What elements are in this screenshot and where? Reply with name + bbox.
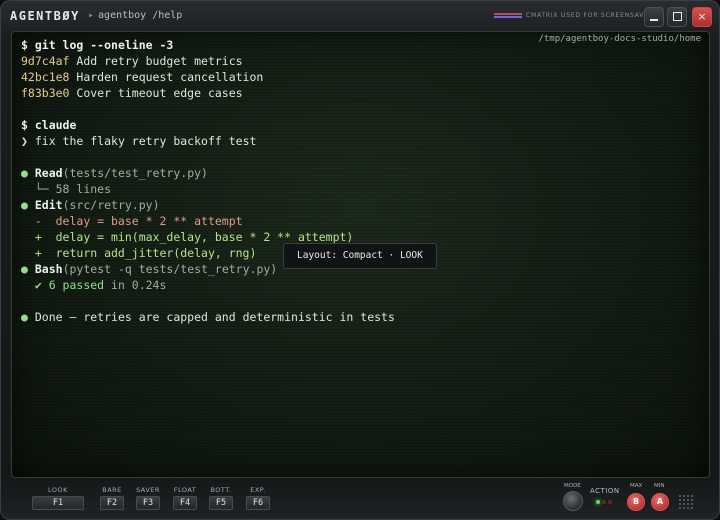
tool-name: Read [34,166,63,180]
maximize-button[interactable] [667,7,687,27]
expand-key[interactable]: EXP. F6 [246,486,270,510]
bottom-control-bar: LOOK F1 BARE F2 SAVER F3 FLOAT F4 BOTT. … [0,478,720,520]
diff-text: delay = min(max_delay, base * 2 ** attem… [55,230,354,244]
speaker-grille-icon [678,494,694,510]
bullet-icon: ● [21,198,28,212]
terminal-line: 42bc1e8 Harden request cancellation [21,69,263,85]
close-icon: × [697,10,707,23]
tree-branch-icon: └─ [21,182,56,196]
key-cap: F1 [32,496,84,510]
command-text: git log --oneline -3 [34,38,174,52]
minimize-button[interactable] [644,7,664,27]
tool-name: Bash [34,262,63,276]
commit-message: Add retry budget metrics [69,54,243,68]
maximize-icon [672,11,682,21]
tool-argument: (pytest -q tests/test_retry.py) [62,262,278,276]
close-button[interactable]: × [692,7,712,27]
diff-text: return add_jitter(delay, rng) [55,246,257,260]
mode-knob[interactable] [563,491,583,511]
action-led-icon [596,500,600,504]
bare-key[interactable]: BARE F2 [100,486,124,510]
terminal-line: ● Done — retries are capped and determin… [21,309,395,325]
terminal-line: └─ 58 lines [21,181,111,197]
stripes-icon [494,13,522,19]
app-logo: AGENTBØY [10,9,80,23]
min-label: MIN [654,483,665,489]
key-cap: F3 [136,496,160,510]
diff-line-added: + return add_jitter(delay, rng) [21,245,257,261]
command-text: claude [34,118,77,132]
minimize-icon [650,19,658,21]
summary-text: Done — retries are capped and determinis… [27,310,395,324]
tool-result: 58 lines [55,182,112,196]
action-label: ACTION [590,487,620,495]
bullet-icon: ● [21,262,28,276]
commit-hash: f83b3e0 [21,86,70,100]
commit-message: Harden request cancellation [69,70,264,84]
prompt-symbol: $ [21,118,35,132]
tool-argument: (src/retry.py) [62,198,160,212]
bullet-icon: ● [21,166,28,180]
commit-hash: 42bc1e8 [21,70,70,84]
bottom-key[interactable]: BOTT. F5 [209,486,233,510]
terminal-line: 9d7c4af Add retry budget metrics [21,53,243,69]
breadcrumb-path: agentboy /help [98,10,183,21]
diff-text: delay = base * 2 ** attempt [55,214,243,228]
layout-tooltip: Layout: Compact · LOOK [283,243,437,269]
diff-plus-icon: + [21,246,56,260]
saver-key[interactable]: SAVER F3 [136,486,160,510]
current-directory: /tmp/agentboy-docs-studio/home [538,34,701,44]
check-icon: ✔ [21,278,49,292]
terminal-line: ❯ fix the flaky retry backoff test [21,133,256,149]
bullet-icon: ● [21,310,28,324]
terminal-screen[interactable]: /tmp/agentboy-docs-studio/home $ git log… [11,31,710,478]
breadcrumb-separator-icon: ▸ [88,10,95,21]
app-window: AGENTBØY ▸ agentboy /help CMATRIX USED FO… [0,0,720,520]
key-cap: F4 [173,496,197,510]
terminal-line: ✔ 6 passed in 0.24s [21,277,167,293]
test-passed-count: 6 passed [48,278,105,292]
terminal-line: f83b3e0 Cover timeout edge cases [21,85,243,101]
key-label: SAVER [136,486,160,494]
terminal-line: ● Read(tests/test_retry.py) [21,165,208,181]
commit-hash: 9d7c4af [21,54,70,68]
float-key[interactable]: FLOAT F4 [173,486,197,510]
key-label: BOTT. [210,486,232,494]
tool-name: Edit [34,198,63,212]
tool-argument: (tests/test_retry.py) [62,166,208,180]
key-cap: F6 [246,496,270,510]
title-bar: AGENTBØY ▸ agentboy /help CMATRIX USED FO… [0,0,720,32]
user-prompt-text: fix the flaky retry backoff test [27,134,257,148]
breadcrumb: ▸ agentboy /help [88,10,182,21]
prompt-symbol: $ [21,38,35,52]
action-led-icon [608,500,612,504]
mode-label: MODE [564,483,581,489]
a-button[interactable]: A [651,493,669,511]
max-label: MAX [630,483,643,489]
screensaver-note: CMATRIX USED FOR SCREENSAVER [526,12,654,19]
action-led-icon [602,500,606,504]
key-cap: F2 [100,496,124,510]
diff-minus-icon: - [21,214,56,228]
diff-plus-icon: + [21,230,56,244]
commit-message: Cover timeout edge cases [69,86,243,100]
terminal-line: $ claude [21,117,76,133]
terminal-line: $ git log --oneline -3 [21,37,173,53]
test-duration: in 0.24s [104,278,167,292]
b-button[interactable]: B [627,493,645,511]
key-label: FLOAT [173,486,197,494]
key-label: EXP. [250,486,266,494]
chevron-icon: ❯ [21,134,28,148]
terminal-line: ● Edit(src/retry.py) [21,197,160,213]
look-key[interactable]: LOOK F1 [32,486,84,510]
diff-line-removed: - delay = base * 2 ** attempt [21,213,243,229]
key-label: LOOK [48,486,68,494]
key-label: BARE [102,486,122,494]
terminal-line: ● Bash(pytest -q tests/test_retry.py) [21,261,277,277]
key-cap: F5 [209,496,233,510]
